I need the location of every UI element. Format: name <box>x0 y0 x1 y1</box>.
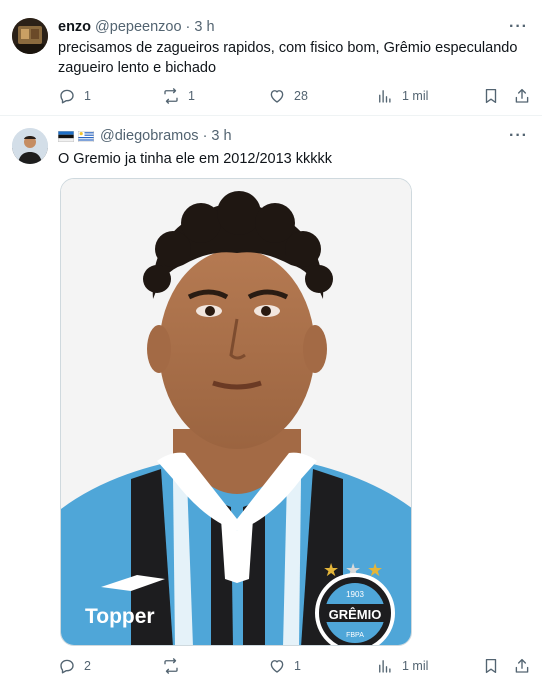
views-button[interactable]: 1 mil <box>376 656 428 676</box>
like-button[interactable]: 1 <box>268 656 301 676</box>
like-button[interactable]: 28 <box>268 86 308 106</box>
share-button[interactable] <box>513 86 531 106</box>
reply-button[interactable]: 2 <box>58 656 91 676</box>
svg-text:FBPA: FBPA <box>346 632 364 639</box>
tweet-text: O Gremio ja tinha ele em 2012/2013 kkkkk <box>58 151 333 167</box>
bookmark-icon <box>485 658 497 674</box>
share-icon <box>515 88 529 103</box>
bookmark-icon <box>485 88 497 104</box>
svg-text:Topper: Topper <box>85 605 155 628</box>
svg-text:1903: 1903 <box>346 590 364 599</box>
share-button[interactable] <box>513 656 531 676</box>
views-icon <box>379 90 391 103</box>
bookmark-button[interactable] <box>482 86 500 106</box>
heart-icon <box>270 90 284 103</box>
tweet[interactable]: @diegobramos · 3 h ··· O Gremio ja tinha… <box>0 116 542 687</box>
avatar-image <box>12 128 48 164</box>
estonia-flag <box>58 130 74 142</box>
avatar[interactable] <box>12 18 48 54</box>
reply-icon <box>60 659 74 674</box>
display-name[interactable] <box>58 130 94 142</box>
reply-count: 2 <box>84 659 91 673</box>
avatar-image <box>12 18 48 54</box>
tweet[interactable]: enzo @pepeenzoo · 3 h ··· precisamos de … <box>0 0 542 116</box>
reply-count: 1 <box>84 89 91 103</box>
share-icon <box>515 658 529 673</box>
uruguay-flag <box>78 130 94 142</box>
retweet-icon <box>164 658 178 674</box>
user-handle[interactable]: @diegobramos <box>100 128 199 144</box>
retweet-count: 1 <box>188 89 195 103</box>
retweet-button[interactable] <box>162 656 188 676</box>
views-count: 1 mil <box>402 89 429 103</box>
retweet-icon <box>164 88 178 104</box>
timestamp[interactable]: 3 h <box>194 19 214 35</box>
retweet-button[interactable]: 1 <box>162 86 195 106</box>
svg-text:GRÊMIO: GRÊMIO <box>329 607 382 622</box>
tweet-media[interactable]: Topper ★ ★ ★ 1903 GRÊMIO FBPA <box>60 178 412 646</box>
views-button[interactable]: 1 mil <box>376 86 428 106</box>
tweet-header: enzo @pepeenzoo · 3 h ··· <box>58 17 528 37</box>
avatar[interactable] <box>12 128 48 164</box>
timestamp[interactable]: 3 h <box>211 128 231 144</box>
more-icon[interactable]: ··· <box>509 127 528 145</box>
like-count: 1 <box>294 659 301 673</box>
more-icon[interactable]: ··· <box>509 18 528 36</box>
views-icon <box>379 660 391 673</box>
user-handle[interactable]: @pepeenzoo <box>95 19 181 35</box>
action-bar: 1 1 28 1 mil <box>58 86 532 106</box>
reply-icon <box>60 89 74 104</box>
bookmark-button[interactable] <box>482 656 500 676</box>
views-count: 1 mil <box>402 659 429 673</box>
action-bar: 2 1 1 mil <box>58 656 532 676</box>
tweet-header: @diegobramos · 3 h ··· <box>58 126 528 146</box>
reply-button[interactable]: 1 <box>58 86 91 106</box>
player-photo: Topper ★ ★ ★ 1903 GRÊMIO FBPA <box>61 179 411 645</box>
display-name[interactable]: enzo <box>58 19 91 35</box>
tweet-text: precisamos de zagueiros rapidos, com fis… <box>58 40 518 76</box>
like-count: 28 <box>294 89 308 103</box>
separator-dot: · <box>185 19 191 35</box>
heart-icon <box>270 660 284 673</box>
gremio-badge: 1903 GRÊMIO FBPA <box>315 573 395 645</box>
separator-dot: · <box>202 128 208 144</box>
